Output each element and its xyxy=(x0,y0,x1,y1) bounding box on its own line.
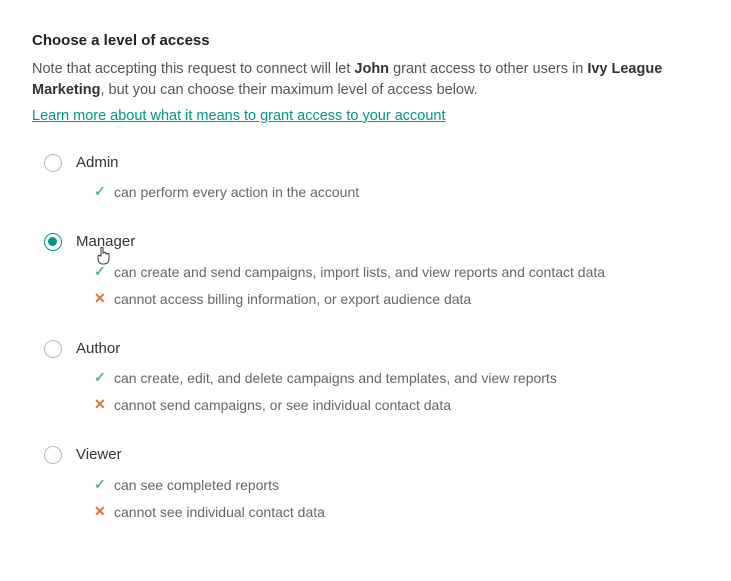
check-icon: ✓ xyxy=(94,182,108,202)
capability-text: can create, edit, and delete campaigns a… xyxy=(114,368,557,389)
option-body: Viewer ✓ can see completed reports ✕ cannot … xyxy=(76,444,699,529)
capability-text: cannot access billing information, or ex… xyxy=(114,289,471,310)
check-icon: ✓ xyxy=(94,262,108,282)
desc-text-suffix: , but you can choose their maximum level… xyxy=(101,82,478,98)
capability-text: can perform every action in the account xyxy=(114,182,359,203)
access-option-author: Author ✓ can create, edit, and delete camp… xyxy=(44,338,699,423)
option-label[interactable]: Author xyxy=(76,338,699,361)
cross-icon: ✕ xyxy=(94,395,108,415)
desc-text-prefix: Note that accepting this request to conn… xyxy=(32,61,354,77)
access-level-options: Admin ✓ can perform every action in the ac… xyxy=(32,152,699,529)
cross-icon: ✕ xyxy=(94,502,108,522)
capability-cannot: ✕ cannot access billing information, or e… xyxy=(94,289,699,310)
cross-icon: ✕ xyxy=(94,289,108,309)
capability-can: ✓ can see completed reports xyxy=(94,475,699,496)
option-label[interactable]: Viewer xyxy=(76,444,699,467)
capability-can: ✓ can perform every action in the account xyxy=(94,182,699,203)
capability-can: ✓ can create, edit, and delete campaigns … xyxy=(94,368,699,389)
radio-viewer[interactable] xyxy=(44,446,62,464)
option-body: Manager ✓ can create and send campaigns, i… xyxy=(76,231,699,316)
access-option-viewer: Viewer ✓ can see completed reports ✕ cannot … xyxy=(44,444,699,529)
capability-cannot: ✕ cannot send campaigns, or see individua… xyxy=(94,395,699,416)
learn-more-link[interactable]: Learn more about what it means to grant … xyxy=(32,106,445,128)
radio-manager[interactable] xyxy=(44,233,62,251)
radio-admin[interactable] xyxy=(44,154,62,172)
capability-text: can create and send campaigns, import li… xyxy=(114,262,605,283)
requesting-user-name: John xyxy=(354,61,389,77)
capability-text: can see completed reports xyxy=(114,475,279,496)
option-body: Author ✓ can create, edit, and delete camp… xyxy=(76,338,699,423)
option-label[interactable]: Manager xyxy=(76,231,699,254)
option-label[interactable]: Admin xyxy=(76,152,699,175)
check-icon: ✓ xyxy=(94,475,108,495)
access-option-admin: Admin ✓ can perform every action in the ac… xyxy=(44,152,699,210)
capability-cannot: ✕ cannot see individual contact data xyxy=(94,502,699,523)
access-option-manager: Manager ✓ can create and send campaigns, i… xyxy=(44,231,699,316)
capability-text: cannot see individual contact data xyxy=(114,502,325,523)
check-icon: ✓ xyxy=(94,368,108,388)
section-description: Note that accepting this request to conn… xyxy=(32,59,672,103)
radio-author[interactable] xyxy=(44,340,62,358)
section-heading: Choose a level of access xyxy=(32,30,699,53)
capability-can: ✓ can create and send campaigns, import l… xyxy=(94,262,699,283)
capability-text: cannot send campaigns, or see individual… xyxy=(114,395,451,416)
desc-text-mid: grant access to other users in xyxy=(389,61,587,77)
option-body: Admin ✓ can perform every action in the ac… xyxy=(76,152,699,210)
